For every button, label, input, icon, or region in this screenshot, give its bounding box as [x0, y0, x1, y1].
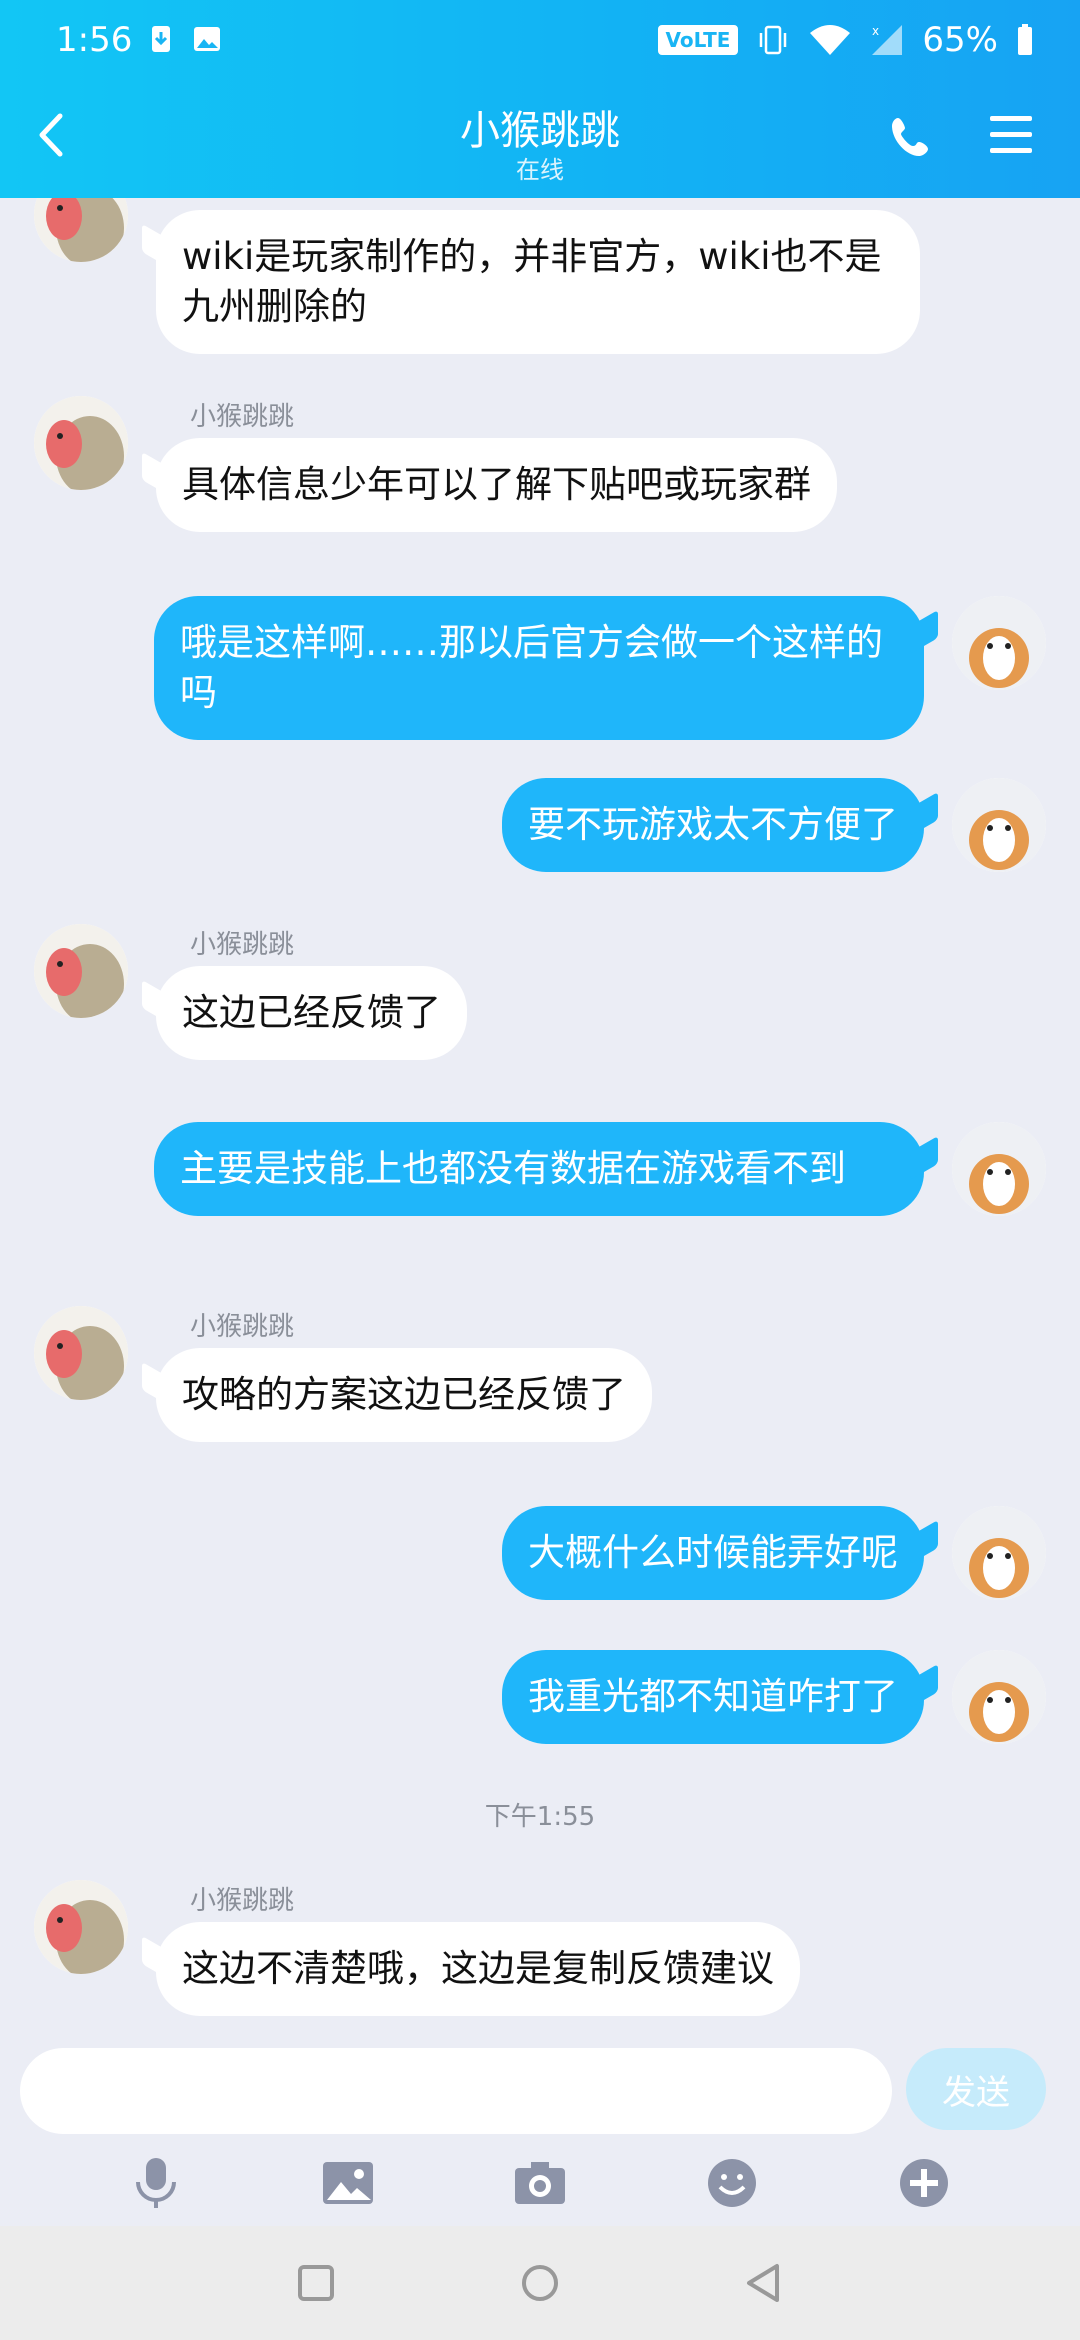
chat-header: 1:56 VoLTE x 65% 小猴跳跳 在线: [0, 0, 1080, 198]
monkey-avatar[interactable]: [34, 1306, 128, 1400]
incoming-message-bubble[interactable]: 具体信息少年可以了解下贴吧或玩家群: [156, 438, 837, 532]
incoming-message-bubble[interactable]: 攻略的方案这边已经反馈了: [156, 1348, 652, 1442]
image-notification-icon: [194, 27, 220, 51]
status-time: 1:56: [56, 20, 133, 60]
back-nav-icon[interactable]: [739, 2258, 789, 2308]
image-icon[interactable]: [319, 2154, 377, 2212]
incoming-message-bubble[interactable]: 这边不清楚哦，这边是复制反馈建议: [156, 1922, 800, 2016]
system-nav-bar: [0, 2226, 1080, 2340]
svg-text:x: x: [872, 24, 879, 38]
phone-call-icon[interactable]: [886, 112, 936, 162]
monkey-avatar[interactable]: [34, 198, 128, 262]
incoming-message-bubble[interactable]: wiki是玩家制作的，并非官方，wiki也不是九州删除的: [156, 210, 920, 354]
home-icon[interactable]: [515, 2258, 565, 2308]
volte-badge: VoLTE: [657, 25, 739, 55]
incoming-message-bubble[interactable]: 这边已经反馈了: [156, 966, 467, 1060]
cat-avatar[interactable]: [952, 778, 1046, 872]
outgoing-message-bubble[interactable]: 要不玩游戏太不方便了: [502, 778, 924, 872]
monkey-avatar[interactable]: [34, 396, 128, 490]
wifi-icon: [810, 25, 851, 55]
send-button[interactable]: 发送: [906, 2048, 1046, 2130]
vibrate-icon: [760, 25, 787, 55]
cat-avatar[interactable]: [952, 1650, 1046, 1744]
input-toolbar: [0, 2140, 1080, 2226]
cat-avatar[interactable]: [952, 596, 1046, 690]
outgoing-message-bubble[interactable]: 主要是技能上也都没有数据在游戏看不到: [154, 1122, 924, 1216]
sender-name: 小猴跳跳: [190, 1886, 295, 1916]
battery-icon: [1018, 24, 1032, 55]
plus-icon[interactable]: [895, 2154, 953, 2212]
microphone-icon[interactable]: [127, 2154, 185, 2212]
cat-avatar[interactable]: [952, 1122, 1046, 1216]
input-row: 发送: [0, 2040, 1080, 2140]
outgoing-message-bubble[interactable]: 哦是这样啊……那以后官方会做一个这样的吗: [154, 596, 924, 740]
message-list[interactable]: wiki是玩家制作的，并非官方，wiki也不是九州删除的 小猴跳跳 具体信息少年…: [0, 198, 1080, 2040]
battery-percent: 65%: [922, 20, 998, 60]
monkey-avatar[interactable]: [34, 1880, 128, 1974]
signal-icon: x: [872, 24, 903, 55]
message-input[interactable]: [20, 2048, 892, 2134]
time-separator: 下午1:55: [484, 1802, 596, 1832]
sender-name: 小猴跳跳: [190, 402, 295, 432]
cat-avatar[interactable]: [952, 1506, 1046, 1600]
sender-name: 小猴跳跳: [190, 930, 295, 960]
status-indicators: VoLTE x 65%: [657, 20, 1034, 60]
outgoing-message-bubble[interactable]: 我重光都不知道咋打了: [502, 1650, 924, 1744]
camera-icon[interactable]: [511, 2154, 569, 2212]
download-notification-icon: [152, 26, 170, 52]
sender-name: 小猴跳跳: [190, 1312, 295, 1342]
monkey-avatar[interactable]: [34, 924, 128, 1018]
menu-icon[interactable]: [986, 112, 1036, 158]
emoji-icon[interactable]: [703, 2154, 761, 2212]
recent-apps-icon[interactable]: [291, 2258, 341, 2308]
outgoing-message-bubble[interactable]: 大概什么时候能弄好呢: [502, 1506, 924, 1600]
